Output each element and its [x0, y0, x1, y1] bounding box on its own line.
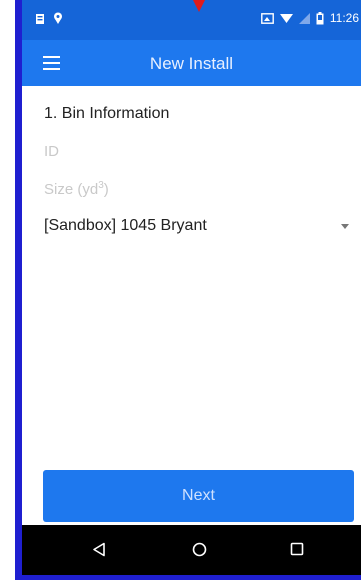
location-icon [54, 12, 62, 24]
next-button-label: Next [182, 487, 215, 504]
next-button[interactable]: Next [43, 470, 354, 522]
section-title: 1. Bin Information [44, 105, 170, 122]
location-select-value: [Sandbox] 1045 Bryant [44, 217, 207, 234]
system-nav-bar [22, 525, 361, 575]
dropdown-caret-icon [341, 224, 349, 229]
location-select[interactable]: [Sandbox] 1045 Bryant [44, 217, 351, 241]
recents-icon[interactable] [290, 542, 304, 556]
status-time: 11:26 [329, 11, 359, 25]
signal-icon [298, 12, 310, 24]
size-placeholder-base: Size (yd [44, 181, 99, 198]
app-bar: New Install [22, 40, 361, 86]
id-field[interactable]: ID [44, 143, 59, 160]
device-frame-bottom [15, 575, 361, 580]
device-frame-left [15, 0, 22, 580]
wifi-icon [279, 13, 293, 23]
notification-icon [36, 13, 44, 24]
status-right-icons: 11:26 [260, 11, 359, 25]
status-left-icons [35, 12, 63, 25]
size-placeholder-close: ) [103, 181, 109, 198]
home-icon[interactable] [192, 542, 207, 557]
phone-screen: 11:26 New Install 1. Bin Information ID … [22, 0, 361, 575]
page-title: New Install [149, 54, 234, 73]
size-field[interactable]: Size (yd3) [44, 180, 109, 198]
back-icon[interactable] [92, 542, 106, 557]
id-placeholder: ID [44, 143, 59, 160]
pointer-arrow-icon [193, 0, 205, 12]
battery-icon [316, 11, 324, 24]
status-bar: 11:26 [22, 0, 361, 40]
cast-icon [260, 12, 274, 24]
